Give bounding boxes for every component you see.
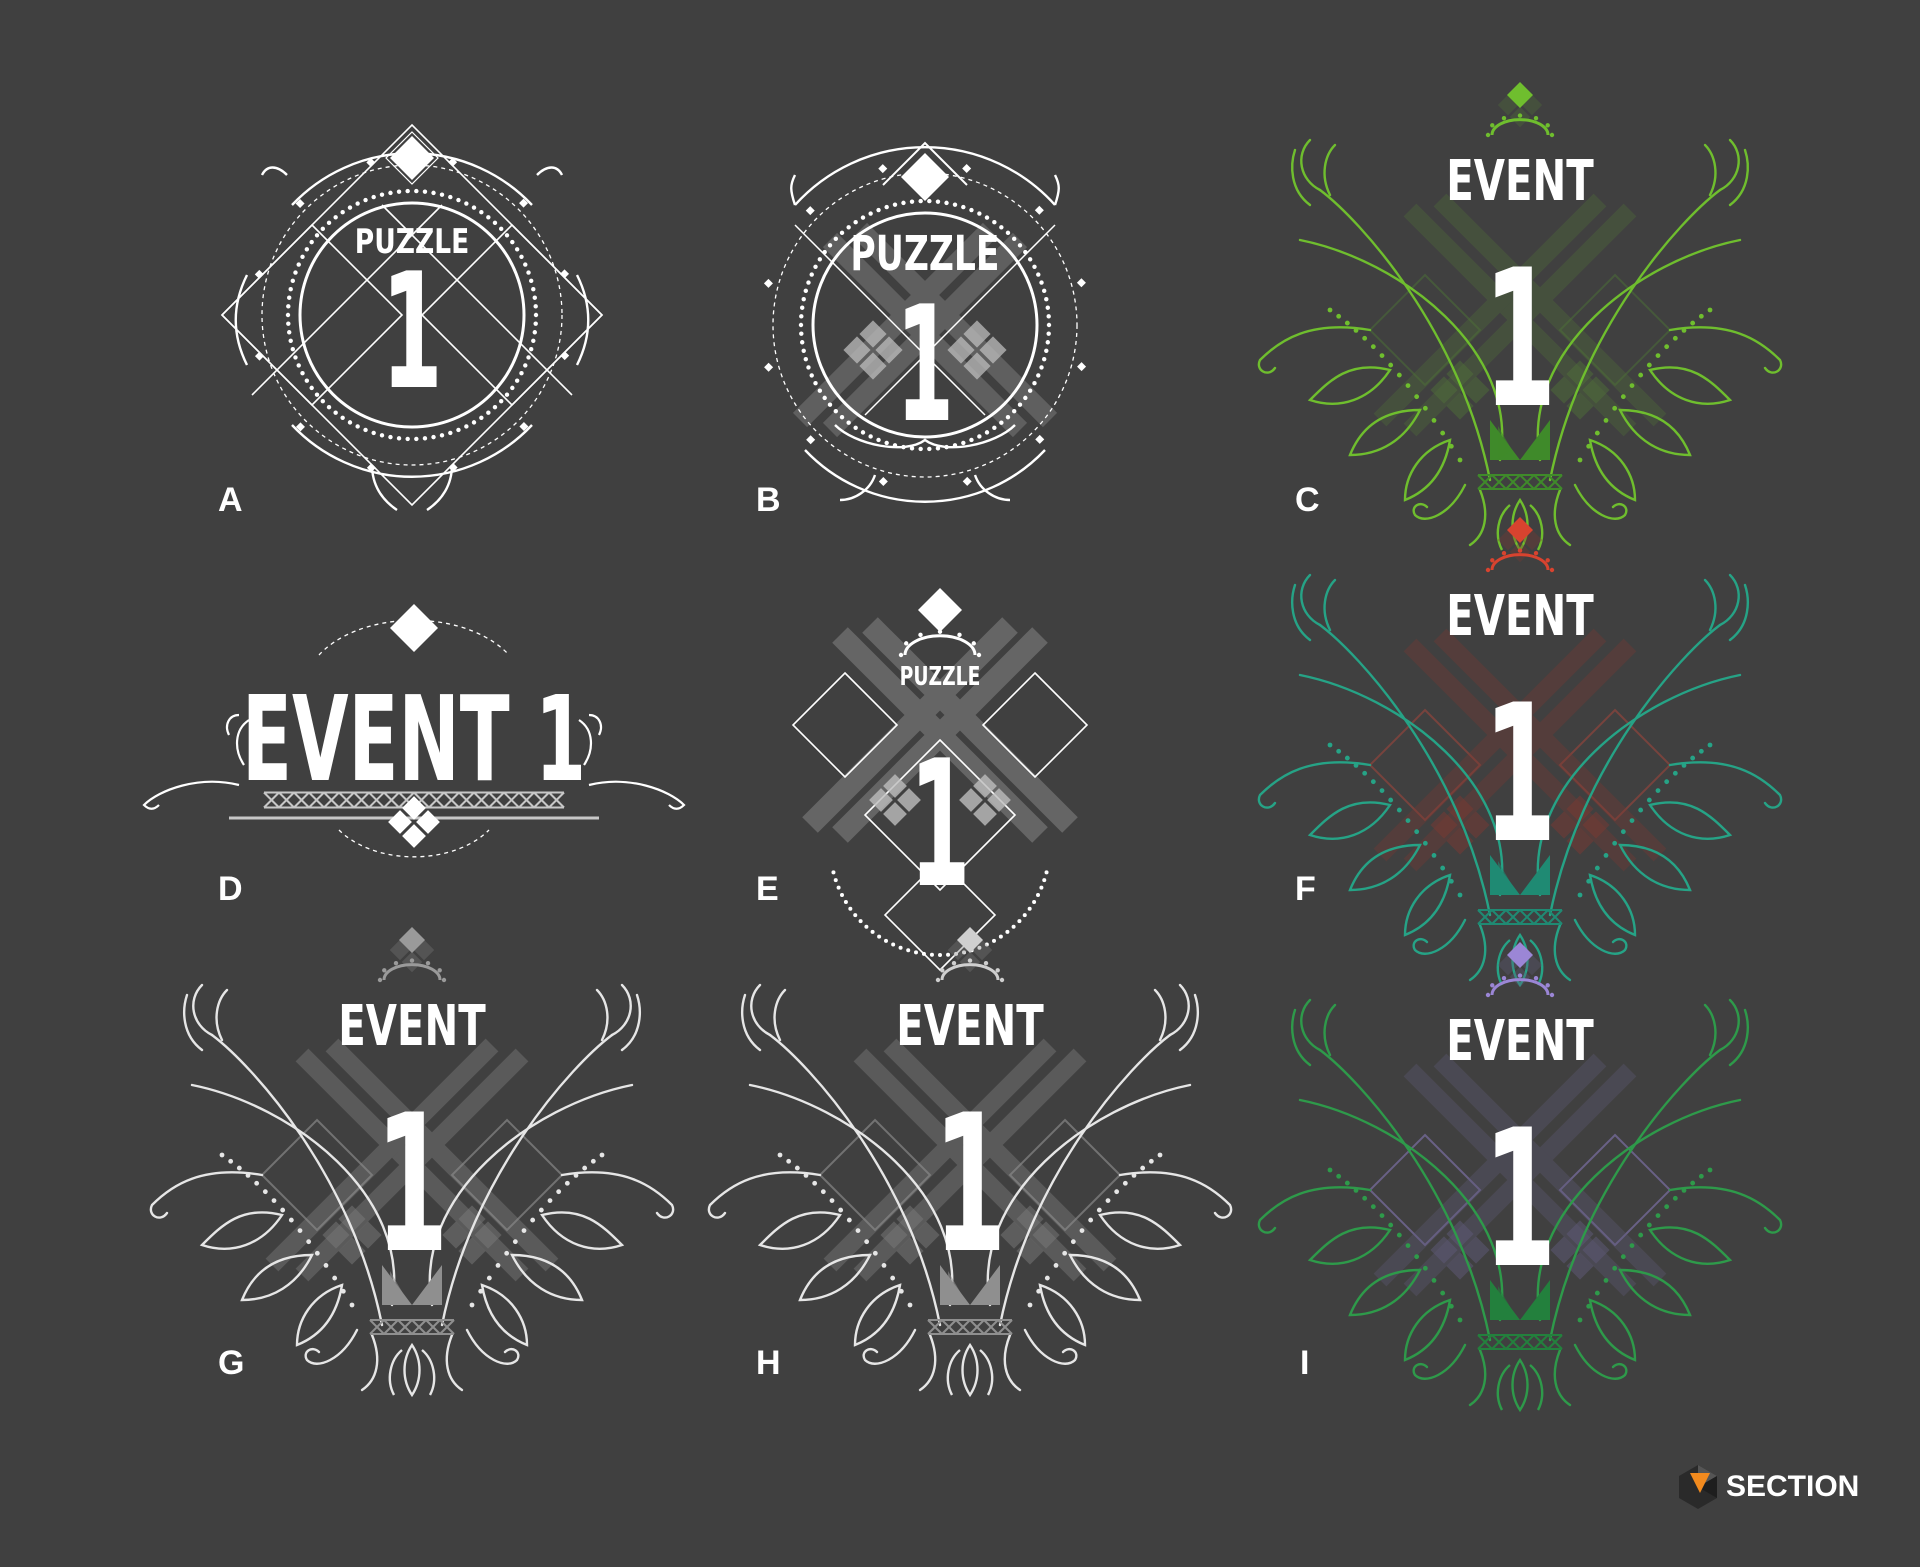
top-diamond <box>390 136 434 180</box>
badge-number: 1 <box>376 1075 449 1296</box>
badge-b-art: PUZZLE1 <box>763 141 1087 503</box>
top-diamond <box>390 604 438 652</box>
badge-title: EVENT <box>1446 1008 1594 1073</box>
section-logo: SECTION <box>1676 1462 1866 1512</box>
badge-i: EVENT 1 <box>1240 930 1800 1430</box>
base-x-row <box>1477 474 1563 490</box>
badge-title: PUZZLE <box>900 662 981 692</box>
base-x-row <box>1477 1334 1563 1350</box>
panel-label-b: B <box>756 481 781 519</box>
panel-label-h: H <box>756 1344 781 1382</box>
bottom-sprig <box>946 1342 994 1398</box>
badge-number: 1 <box>381 240 442 426</box>
panel-label-f: F <box>1295 870 1316 908</box>
panel-label-e: E <box>756 870 779 908</box>
badge-g-art: EVENT 1 <box>149 927 675 1398</box>
panel-label-g: G <box>218 1344 245 1382</box>
badge-h-art: EVENT 1 <box>707 927 1233 1398</box>
badge-g: EVENT 1 <box>132 915 692 1415</box>
badge-number: 1 <box>1484 1090 1557 1311</box>
badge-title: EVENT <box>1446 583 1594 648</box>
badge-a-art: PUZZLE1 <box>220 123 604 511</box>
badge-c: EVENT 1 <box>1240 70 1800 570</box>
badge-number: 1 <box>1484 665 1557 886</box>
badge-number: 1 <box>896 273 954 459</box>
badge-h: EVENT 1 <box>690 915 1250 1415</box>
base-x-row <box>927 1319 1013 1335</box>
badge-b: PUZZLE 1 <box>645 60 1205 560</box>
badge-a: PUZZLE 1 <box>132 60 692 560</box>
base-x-row <box>1477 909 1563 925</box>
badge-i-art: EVENT 1 <box>1257 942 1783 1413</box>
badge-c-art: EVENT 1 <box>1257 82 1783 553</box>
badge-number: 1 <box>910 723 971 927</box>
panel-label-c: C <box>1295 481 1320 519</box>
top-diamond <box>918 588 962 632</box>
panel-label-a: A <box>218 481 243 519</box>
badge-title: EVENT <box>1446 148 1594 213</box>
bottom-sprig <box>388 1342 436 1398</box>
badge-title: EVENT <box>338 993 486 1058</box>
panel-label-i: I <box>1300 1344 1310 1382</box>
badge-number: 1 <box>1484 230 1557 451</box>
badge-title: EVENT <box>896 993 1044 1058</box>
section-logo-text: SECTION <box>1726 1470 1860 1503</box>
bottom-sprig <box>1496 1357 1544 1413</box>
section-hexagon-logo-icon <box>1679 1465 1717 1509</box>
panel-label-d: D <box>218 870 243 908</box>
base-x-row <box>369 1319 455 1335</box>
badge-title: EVENT 1 <box>242 672 586 809</box>
badge-number: 1 <box>934 1075 1007 1296</box>
